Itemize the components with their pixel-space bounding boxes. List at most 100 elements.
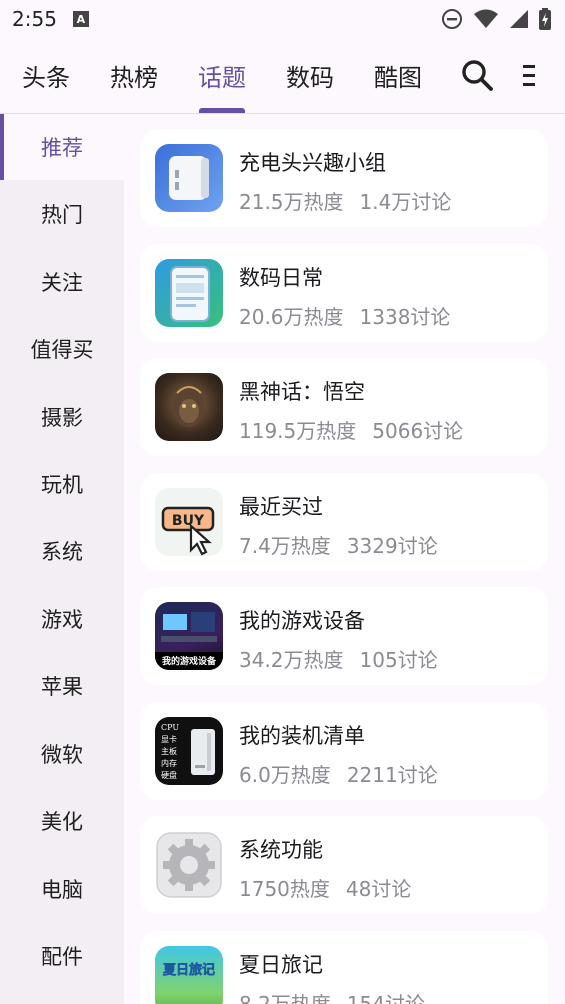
sidebar-item-recommended[interactable]: 推荐 (0, 114, 124, 180)
menu-icon (523, 65, 535, 86)
charger-icon (155, 144, 223, 212)
topic-discussions: 154讨论 (346, 992, 425, 1004)
sidebar-item-label: 关注 (41, 271, 83, 295)
topic-stats: 6.0万热度 2211讨论 (239, 759, 438, 788)
sidebar-item-computer[interactable]: 电脑 (0, 856, 124, 922)
summer-travel-icon-text: 夏日旅记 (162, 962, 215, 978)
sidebar-item-themes[interactable]: 美化 (0, 788, 124, 854)
search-button[interactable] (460, 58, 494, 92)
top-tab-bar: 头条 热榜 话题 数码 酷图 (0, 38, 565, 114)
sidebar-item-label: 游戏 (41, 608, 83, 632)
sidebar-item-label: 电脑 (41, 878, 83, 902)
sidebar-item-microsoft[interactable]: 微软 (0, 721, 124, 787)
sidebar-item-label: 苹果 (41, 675, 83, 699)
topic-card[interactable]: 数码日常 20.6万热度 1338讨论 (140, 244, 548, 342)
wifi-icon (474, 9, 498, 28)
battery-icon (539, 8, 551, 30)
tab-hot-list[interactable]: 热榜 (110, 58, 158, 93)
status-icons (441, 8, 551, 30)
topic-stats: 34.2万热度 105讨论 (239, 644, 438, 673)
topic-stats: 1750热度 48讨论 (239, 873, 411, 902)
sidebar-item-following[interactable]: 关注 (0, 249, 124, 315)
topic-title: 数码日常 (239, 266, 323, 290)
pc-build-label: 显卡 (161, 734, 177, 744)
pc-build-icon: CPU 显卡 主板 内存 硬盘 (155, 717, 223, 785)
topic-discussions: 2211讨论 (346, 763, 438, 787)
topic-heat: 34.2万热度 (239, 648, 344, 672)
sidebar-item-games[interactable]: 游戏 (0, 586, 124, 652)
pc-build-label: CPU (161, 723, 179, 732)
topic-heat: 119.5万热度 (239, 419, 357, 443)
sidebar-item-phone-tinkering[interactable]: 玩机 (0, 451, 124, 517)
tab-headlines[interactable]: 头条 (22, 58, 70, 93)
summer-travel-icon: 夏日旅记 (155, 946, 223, 1004)
sidebar-item-label: 微软 (41, 743, 83, 767)
topic-discussions: 1338讨论 (359, 305, 451, 329)
topic-card[interactable]: BUY 最近买过 7.4万热度 3329讨论 (140, 473, 548, 571)
topic-card[interactable]: 夏日旅记 夏日旅记 8.2万热度 154讨论 (140, 931, 548, 1004)
topic-stats: 8.2万热度 154讨论 (239, 988, 425, 1004)
tab-topics[interactable]: 话题 (198, 58, 246, 93)
signal-icon (510, 10, 528, 28)
buy-icon: BUY (155, 488, 223, 556)
topic-title: 我的装机清单 (239, 724, 365, 748)
notification-a-icon: A (72, 11, 89, 27)
gaming-setup-icon-text: 我的游戏设备 (162, 655, 217, 667)
gaming-setup-icon: 我的游戏设备 (155, 602, 223, 670)
search-icon (462, 60, 493, 91)
topic-title: 夏日旅记 (239, 953, 323, 977)
phone-icon (155, 259, 223, 327)
topic-stats: 21.5万热度 1.4万讨论 (239, 186, 451, 215)
topic-discussions: 1.4万讨论 (359, 190, 452, 214)
tab-digital[interactable]: 数码 (286, 58, 334, 93)
sidebar-item-apple[interactable]: 苹果 (0, 653, 124, 719)
wukong-icon (155, 373, 223, 441)
sidebar-active-indicator (0, 114, 4, 180)
topic-heat: 21.5万热度 (239, 190, 344, 214)
settings-gear-icon (155, 831, 223, 899)
topic-heat: 8.2万热度 (239, 992, 331, 1004)
topic-card[interactable]: CPU 显卡 主板 内存 硬盘 我的装机清单 6.0万热度 2211讨论 (140, 702, 548, 800)
sidebar-item-worth-buying[interactable]: 值得买 (0, 316, 124, 382)
sidebar-item-photography[interactable]: 摄影 (0, 384, 124, 450)
topic-heat: 1750热度 (239, 877, 330, 901)
pc-build-label: 内存 (161, 758, 177, 768)
topic-title: 最近买过 (239, 495, 323, 519)
topic-card[interactable]: 充电头兴趣小组 21.5万热度 1.4万讨论 (140, 129, 548, 227)
topic-discussions: 3329讨论 (346, 534, 438, 558)
do-not-disturb-icon (442, 9, 462, 29)
sidebar-item-label: 系统 (41, 540, 83, 564)
topic-discussions: 5066讨论 (372, 419, 464, 443)
sidebar-item-hot[interactable]: 热门 (0, 181, 124, 247)
topic-discussions: 105讨论 (359, 648, 438, 672)
tab-cool-pics[interactable]: 酷图 (374, 58, 422, 93)
topic-stats: 20.6万热度 1338讨论 (239, 301, 450, 330)
topic-discussions: 48讨论 (345, 877, 412, 901)
sidebar-item-label: 配件 (41, 945, 83, 969)
pc-build-label: 主板 (161, 746, 177, 756)
topic-heat: 7.4万热度 (239, 534, 331, 558)
topic-title: 我的游戏设备 (239, 609, 365, 633)
more-menu-button[interactable] (518, 62, 542, 90)
sidebar-item-label: 美化 (41, 810, 83, 834)
status-time: 2:55 (12, 7, 57, 31)
topic-stats: 7.4万热度 3329讨论 (239, 530, 438, 559)
topic-heat: 6.0万热度 (239, 763, 331, 787)
topic-heat: 20.6万热度 (239, 305, 344, 329)
sidebar-item-label: 推荐 (41, 136, 83, 160)
topic-title: 系统功能 (239, 838, 323, 862)
buy-icon-text: BUY (172, 513, 205, 529)
sidebar-item-label: 摄影 (41, 406, 83, 430)
topic-card[interactable]: 系统功能 1750热度 48讨论 (140, 816, 548, 914)
pc-build-label: 硬盘 (161, 770, 177, 780)
topic-stats: 119.5万热度 5066讨论 (239, 415, 463, 444)
topic-card[interactable]: 黑神话：悟空 119.5万热度 5066讨论 (140, 358, 548, 456)
sidebar-item-label: 热门 (41, 203, 83, 227)
status-bar: 2:55 A (0, 0, 565, 38)
topic-title: 充电头兴趣小组 (239, 151, 386, 175)
sidebar-item-system[interactable]: 系统 (0, 518, 124, 584)
sidebar-item-accessories[interactable]: 配件 (0, 923, 124, 989)
sidebar-item-label: 值得买 (30, 338, 94, 362)
topic-title: 黑神话：悟空 (239, 380, 365, 404)
topic-card[interactable]: 我的游戏设备 我的游戏设备 34.2万热度 105讨论 (140, 587, 548, 685)
